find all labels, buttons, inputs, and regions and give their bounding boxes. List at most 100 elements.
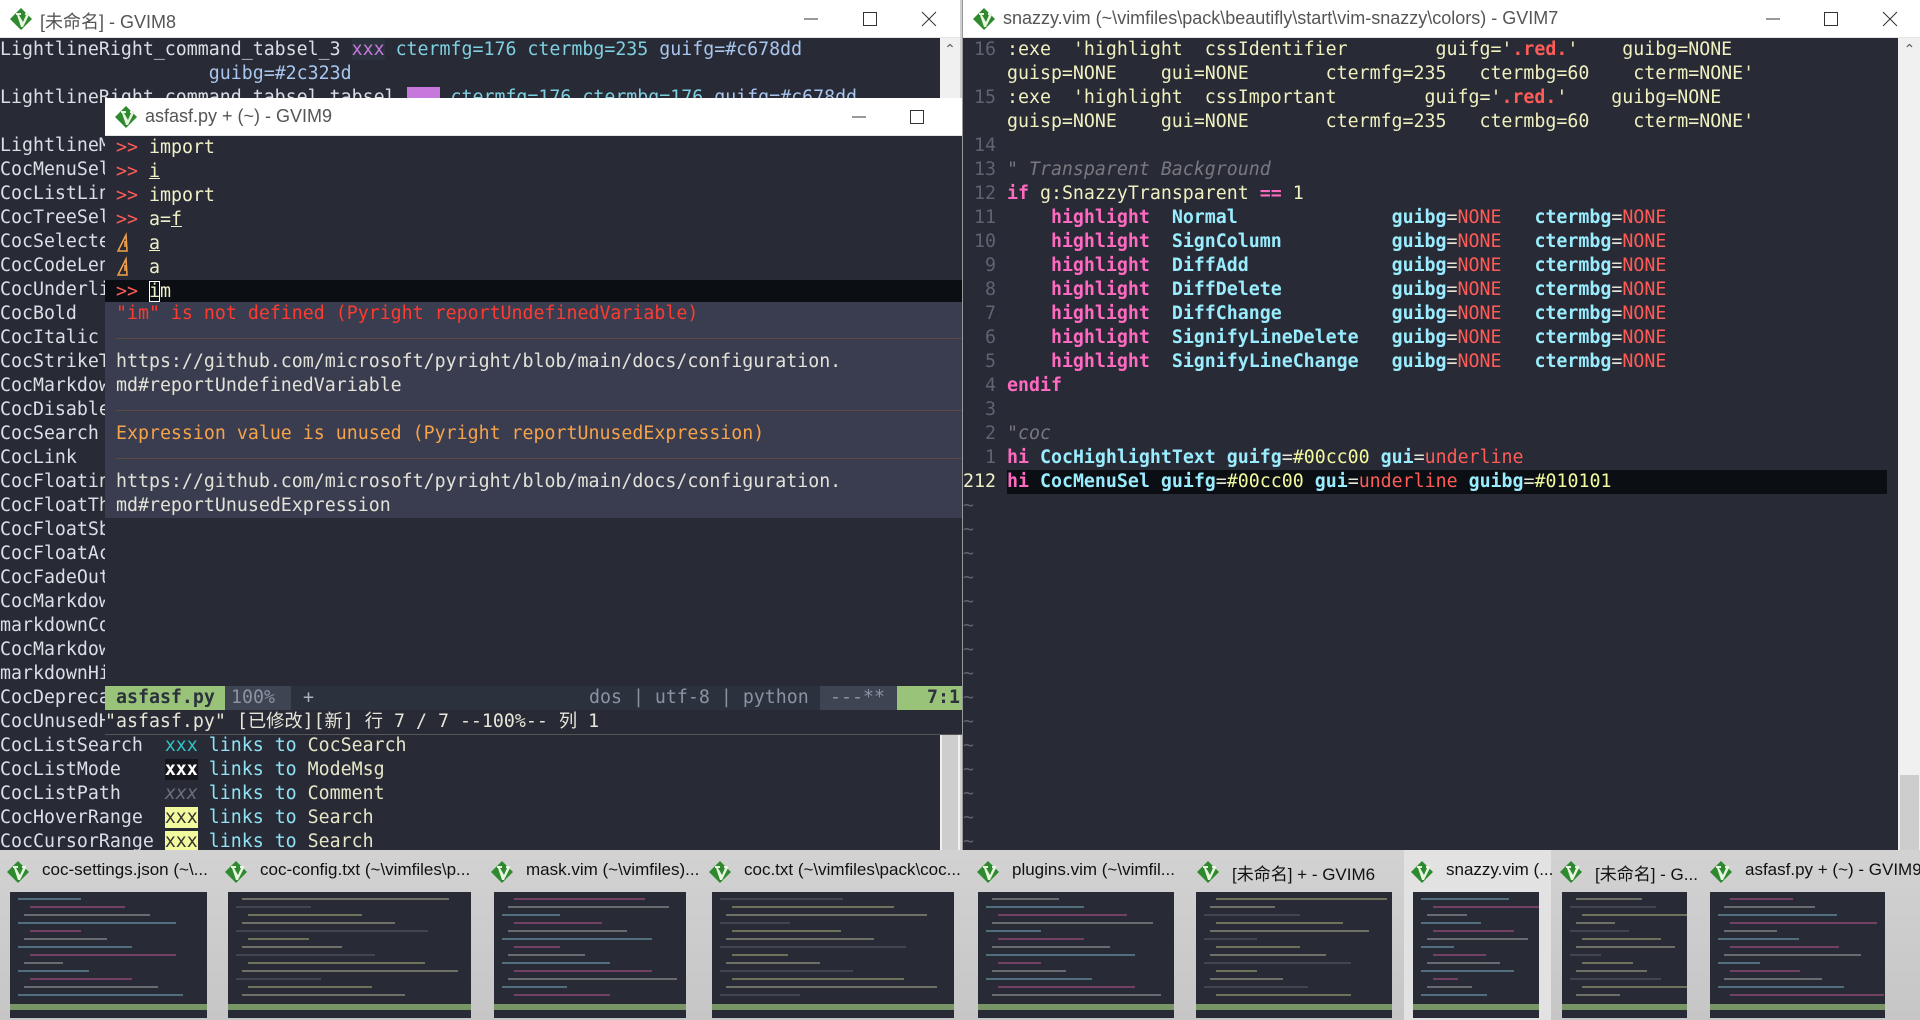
- gvim7-titlebar[interactable]: snazzy.vim (~\vimfiles\pack\beautifly\st…: [963, 0, 1920, 38]
- code-token: =: [1611, 279, 1623, 300]
- buffer-line: 6 highlight SignifyLineDelete guibg=NONE…: [963, 326, 1898, 350]
- scrollbar-thumb[interactable]: [942, 734, 958, 850]
- code-token: :exe 'highlight cssImportant guifg=': [1007, 87, 1502, 108]
- taskbar-window-thumbnail[interactable]: snazzy.vim (...: [1404, 850, 1553, 1020]
- gvim7-buffer[interactable]: 16:exe 'highlight cssIdentifier guifg='.…: [963, 38, 1898, 850]
- window-preview: [10, 892, 207, 1018]
- diagnostic-error-link[interactable]: https://github.com/microsoft/pyright/blo…: [116, 350, 841, 374]
- minimize-button[interactable]: [1745, 0, 1801, 38]
- code-token: guifg: [1226, 447, 1282, 468]
- code-token: CocStrikeT: [0, 351, 110, 372]
- maximize-button[interactable]: [842, 0, 898, 38]
- code-token: ctermbg: [1534, 351, 1612, 372]
- code-token: " Transparent Background: [1007, 159, 1271, 180]
- code-token: import: [149, 137, 215, 158]
- vim-logo-icon: [7, 861, 29, 883]
- buffer-line: 1 hi CocHighlightText guifg=#00cc00 gui=u…: [963, 446, 1898, 470]
- minimize-icon: [852, 116, 866, 118]
- gvim9-buffer[interactable]: >> import >> i >> import >> a=f a a >> im: [105, 136, 975, 304]
- thumbnail-title: coc-settings.json (~\...: [42, 860, 208, 879]
- gvim7-scrollbar[interactable]: ⌃: [1898, 38, 1920, 850]
- taskbar-window-thumbnail[interactable]: plugins.vim (~\vimfil...: [970, 850, 1190, 1020]
- minimize-button[interactable]: [783, 0, 839, 38]
- buffer-line: guisp=NONE gui=NONE ctermfg=235 ctermbg=…: [963, 62, 1898, 86]
- taskbar-window-thumbnail[interactable]: [未命名] - G...: [1553, 850, 1703, 1020]
- scrollbar-thumb[interactable]: [1900, 775, 1919, 850]
- diagnostic-error-link-cont[interactable]: md#reportUndefinedVariable: [116, 374, 402, 398]
- code-token: =: [1446, 303, 1458, 324]
- close-icon: [1882, 11, 1898, 27]
- code-token: xxx: [164, 759, 198, 780]
- diagnostic-warning-link[interactable]: https://github.com/microsoft/pyright/blo…: [116, 470, 841, 494]
- gvim9-titlebar[interactable]: asfasf.py + (~) - GVIM9: [105, 98, 975, 136]
- buffer-line: >> im: [105, 280, 975, 304]
- maximize-button[interactable]: [1803, 0, 1859, 38]
- maximize-icon: [1824, 12, 1838, 26]
- window-preview: [978, 892, 1174, 1018]
- code-token: CocDepreca: [0, 687, 110, 708]
- buffer-line: 2 "coc: [963, 422, 1898, 446]
- code-token: CocUnusedH: [0, 711, 110, 732]
- code-token: underline: [1424, 447, 1524, 468]
- minimize-button[interactable]: [831, 98, 887, 136]
- buffer-line: 13 " Transparent Background: [963, 158, 1898, 182]
- buffer-line: CocHoverRange xxx links to Search: [0, 806, 940, 830]
- close-button[interactable]: [1862, 0, 1918, 38]
- gvim8-titlebar[interactable]: [未命名] - GVIM8: [0, 0, 960, 38]
- maximize-button[interactable]: [889, 98, 945, 136]
- gvim9-window[interactable]: asfasf.py + (~) - GVIM9 >> import >> i >> imp…: [105, 98, 975, 735]
- code-token: LightlineRight_command_tabsel_3: [0, 39, 352, 60]
- code-token: ==: [1259, 183, 1282, 204]
- code-token: gui: [1314, 471, 1348, 492]
- window-preview: [1196, 892, 1392, 1018]
- code-token: =: [1611, 207, 1623, 228]
- code-token: ctermbg: [1534, 303, 1612, 324]
- code-token: :exe 'highlight cssIdentifier guifg=': [1007, 39, 1513, 60]
- taskbar-window-thumbnail[interactable]: mask.vim (~\vimfiles)...: [484, 850, 710, 1020]
- taskbar-window-thumbnail[interactable]: asfasf.py + (~) - GVIM9: [1703, 850, 1920, 1020]
- vim-logo-icon: [115, 106, 137, 128]
- code-token: xxx: [351, 39, 385, 60]
- code-token: CocDisable: [0, 399, 110, 420]
- line-text: import: [149, 184, 215, 208]
- code-token: CocCursorRange: [0, 831, 165, 850]
- close-button[interactable]: [901, 0, 957, 38]
- code-token: CocListPath: [0, 783, 165, 804]
- code-token: import: [149, 185, 215, 206]
- window-preview: [1562, 892, 1687, 1018]
- line-text: "coc: [1007, 423, 1051, 444]
- taskbar-window-thumbnail[interactable]: [未命名] + - GVIM6: [1190, 850, 1402, 1020]
- taskbar-window-thumbnail[interactable]: coc-config.txt (~\vimfiles\p...: [218, 850, 490, 1020]
- window-title: snazzy.vim (~\vimfiles\pack\beautifly\st…: [1003, 8, 1559, 28]
- gvim7-window[interactable]: snazzy.vim (~\vimfiles\pack\beautifly\st…: [962, 0, 1920, 850]
- code-token: highlight: [1050, 207, 1150, 228]
- taskbar-window-thumbnail[interactable]: coc.txt (~\vimfiles\pack\coc...: [702, 850, 961, 1020]
- code-token: =: [1611, 231, 1623, 252]
- buffer-line: 4 endif: [963, 374, 1898, 398]
- code-token: #00cc00: [1292, 447, 1370, 468]
- taskbar-window-thumbnail[interactable]: coc-settings.json (~\...: [0, 850, 228, 1020]
- thumbnail-title: coc-config.txt (~\vimfiles\p...: [260, 860, 471, 879]
- buffer-line: 11 highlight Normal guibg=NONE ctermbg=N…: [963, 206, 1898, 230]
- vim-logo-icon: [491, 861, 513, 883]
- code-token: CocMarkdow: [0, 591, 110, 612]
- diagnostic-warning-link-cont[interactable]: md#reportUnusedExpression: [116, 494, 391, 518]
- scroll-up-icon[interactable]: ⌃: [1898, 42, 1920, 58]
- empty-line-filler: ~: [963, 567, 974, 588]
- error-sign: >>: [116, 161, 138, 182]
- thumbnail-title: coc.txt (~\vimfiles\pack\coc...: [744, 860, 961, 879]
- scroll-up-icon[interactable]: ⌃: [940, 42, 960, 58]
- code-token: NONE: [1457, 351, 1502, 372]
- code-token: CocSelecte: [0, 231, 110, 252]
- code-token: NONE: [1457, 327, 1502, 348]
- command-line[interactable]: "asfasf.py" [已修改][新] 行 7 / 7 --100%-- 列 …: [105, 710, 599, 734]
- code-token: =: [1446, 231, 1458, 252]
